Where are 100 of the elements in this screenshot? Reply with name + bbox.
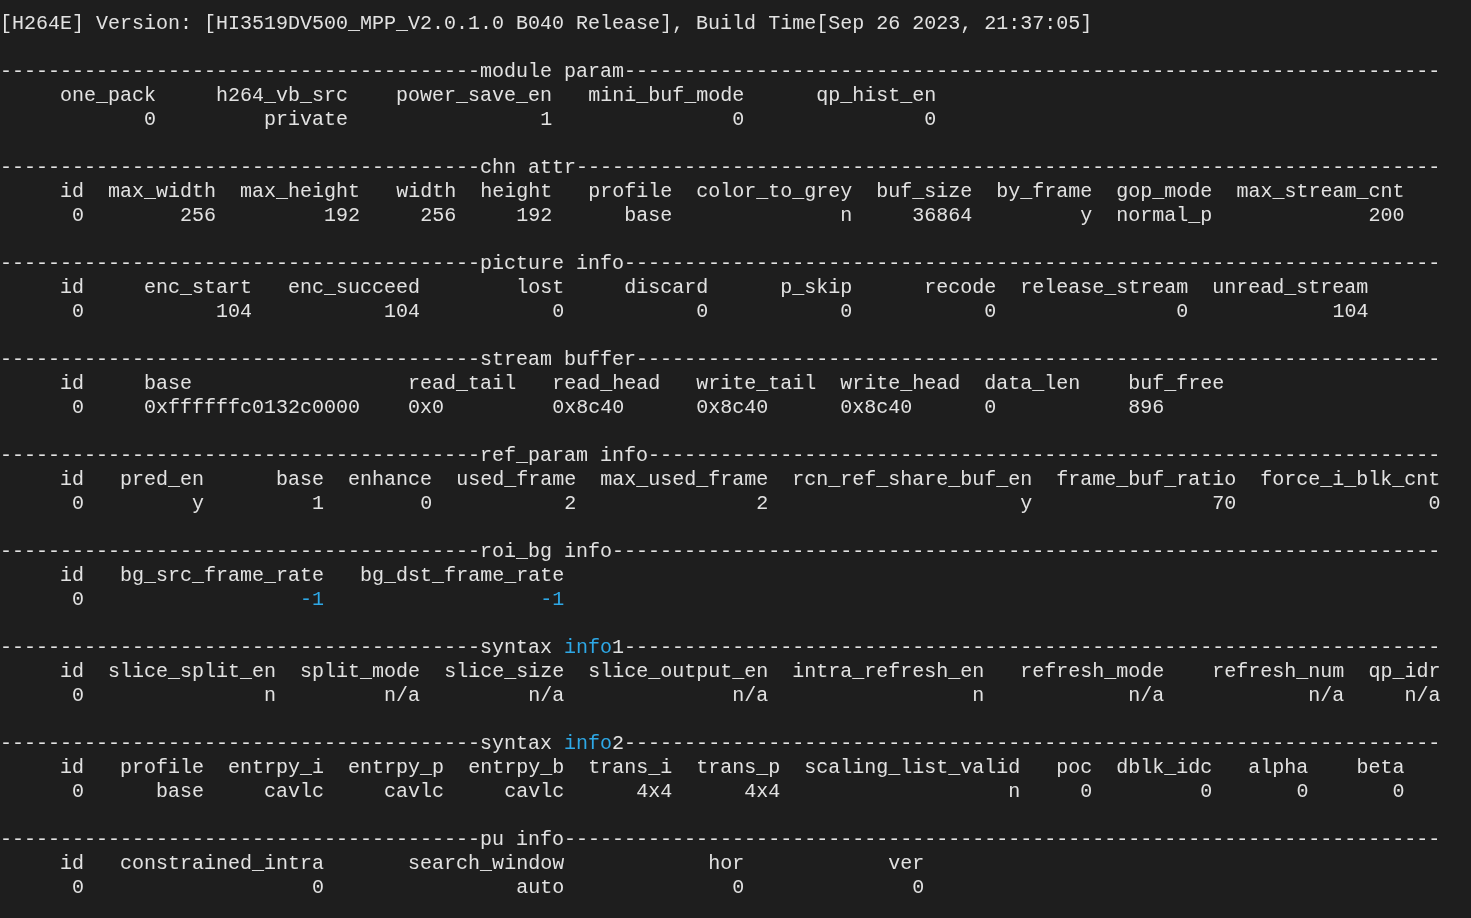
column-header: lost [516, 276, 565, 299]
column-header: search_window [408, 852, 565, 875]
table-cell: 256 [420, 204, 457, 227]
column-header: base [144, 372, 193, 395]
table-cell: 0 [72, 876, 85, 899]
column-header: p_skip [780, 276, 853, 299]
table-cell: y [1080, 204, 1093, 227]
table-cell: n/a [1308, 684, 1345, 707]
column-header: unread_stream [1212, 276, 1369, 299]
column-header: rcn_ref_share_buf_en [792, 468, 1033, 491]
section-title: ----------------------------------------module param-------------------------------------------------------------------- [0, 60, 1441, 83]
table-cell: 0 [1200, 780, 1213, 803]
column-header: id [60, 372, 85, 395]
table-cell: base [156, 780, 205, 803]
table-cell: 0 [312, 876, 325, 899]
table-cell: 4x4 [744, 780, 781, 803]
table-cell: n [264, 684, 277, 707]
column-header: frame_buf_ratio [1056, 468, 1237, 491]
table-cell: 0 [72, 492, 85, 515]
table-cell: 0 [924, 108, 937, 131]
table-cell: auto [516, 876, 565, 899]
table-cell: n [1008, 780, 1021, 803]
column-header: entrpy_p [348, 756, 445, 779]
column-header: trans_i [588, 756, 673, 779]
table-cell: cavlc [384, 780, 445, 803]
column-header: discard [624, 276, 709, 299]
column-header: ver [888, 852, 925, 875]
table-cell: 0 [1080, 780, 1093, 803]
table-cell: -1 [540, 588, 565, 611]
table-cell: 0 [72, 780, 85, 803]
table-cell: 4x4 [636, 780, 673, 803]
table-cell: 256 [180, 204, 217, 227]
table-cell: 2 [564, 492, 577, 515]
column-header: enc_start [144, 276, 253, 299]
column-header: id [60, 756, 85, 779]
table-cell: 0 [420, 492, 433, 515]
table-cell: 0x8c40 [552, 396, 625, 419]
table-cell: 0 [984, 300, 997, 323]
table-cell: 36864 [912, 204, 973, 227]
column-header: max_width [108, 180, 217, 203]
section-title: ----------------------------------------ref_param info------------------------------------------------------------------ [0, 444, 1441, 467]
table-cell: n/a [528, 684, 565, 707]
table-cell: 0 [72, 204, 85, 227]
column-header: gop_mode [1116, 180, 1213, 203]
column-header: release_stream [1020, 276, 1189, 299]
table-cell: n/a [384, 684, 421, 707]
column-header: id [60, 660, 85, 683]
table-cell: 0x0 [408, 396, 445, 419]
table-cell: 104 [384, 300, 421, 323]
column-header: recode [924, 276, 997, 299]
column-header: write_head [840, 372, 961, 395]
table-cell: 2 [756, 492, 769, 515]
section-title: ----------------------------------------pu info------------------------------------------------------------------------- [0, 828, 1441, 851]
table-cell: 104 [1332, 300, 1369, 323]
table-cell: 1 [540, 108, 553, 131]
section-title: ----------------------------------------picture info-------------------------------------------------------------------- [0, 252, 1441, 275]
table-cell: normal_p [1116, 204, 1213, 227]
table-cell: y [1020, 492, 1033, 515]
table-cell: 0 [732, 876, 745, 899]
column-header: one_pack [60, 84, 157, 107]
table-cell: cavlc [264, 780, 325, 803]
column-header: id [60, 564, 85, 587]
column-header: poc [1056, 756, 1093, 779]
column-header: profile [120, 756, 205, 779]
table-cell: 0 [840, 300, 853, 323]
column-header: qp_hist_en [816, 84, 937, 107]
column-header: dblk_idc [1116, 756, 1213, 779]
column-header: trans_p [696, 756, 781, 779]
table-cell: 0 [912, 876, 925, 899]
column-header: pred_en [120, 468, 205, 491]
section-title: ----------------------------------------roi_bg info--------------------------------------------------------------------- [0, 540, 1441, 563]
column-header: enhance [348, 468, 433, 491]
column-header: slice_size [444, 660, 565, 683]
table-cell: 192 [516, 204, 553, 227]
section-title: ----------------------------------------syntax info2-------------------------------------------------------------------- [0, 732, 1441, 755]
column-header: bg_src_frame_rate [120, 564, 325, 587]
table-cell: 0 [72, 684, 85, 707]
column-header: refresh_mode [1020, 660, 1165, 683]
column-header: color_to_grey [696, 180, 853, 203]
table-cell: 200 [1368, 204, 1405, 227]
column-header: data_len [984, 372, 1081, 395]
column-header: split_mode [300, 660, 421, 683]
table-cell: 104 [216, 300, 253, 323]
column-header: mini_buf_mode [588, 84, 745, 107]
column-header: h264_vb_src [216, 84, 349, 107]
table-cell: 192 [324, 204, 361, 227]
table-cell: 0 [552, 300, 565, 323]
column-header: height [480, 180, 553, 203]
column-header: by_frame [996, 180, 1093, 203]
section-title: ----------------------------------------syntax info1-------------------------------------------------------------------- [0, 636, 1441, 659]
column-header: read_head [552, 372, 661, 395]
table-cell: 0x8c40 [840, 396, 913, 419]
table-cell: 0 [1296, 780, 1309, 803]
table-cell: y [192, 492, 205, 515]
column-header: buf_size [876, 180, 973, 203]
column-header: write_tail [696, 372, 817, 395]
table-cell: 0x8c40 [696, 396, 769, 419]
column-header: width [396, 180, 457, 203]
table-cell: 1 [312, 492, 325, 515]
table-cell: 0xffffffc0132c0000 [144, 396, 361, 419]
